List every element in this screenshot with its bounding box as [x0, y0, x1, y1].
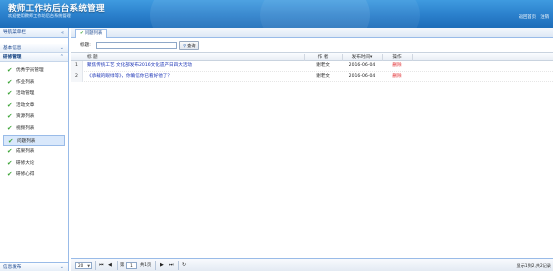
- filter-bar: 标题: ⚲查询: [71, 38, 553, 52]
- home-link[interactable]: 返回首页: [519, 15, 536, 20]
- chevron-down-icon: ▼: [87, 263, 90, 268]
- delete-link[interactable]: 删除: [382, 61, 412, 72]
- sidebar-item-selected[interactable]: ✔ 问题列表: [3, 134, 65, 147]
- header-decoration: [260, 0, 420, 28]
- tab-question-list[interactable]: ✔问题列表: [75, 29, 108, 38]
- sidebar-item[interactable]: ✔ 活动文章: [0, 100, 68, 112]
- sidebar-section-label: 信息发布: [3, 265, 22, 270]
- title-search-input[interactable]: [96, 42, 177, 49]
- sort-desc-icon: ▾: [370, 55, 373, 60]
- sidebar-section-basic-info[interactable]: 基本信息 ⌄: [0, 44, 68, 53]
- search-button-label: 查询: [187, 43, 196, 48]
- sidebar-item[interactable]: ✔ 优秀学员管理: [0, 65, 68, 77]
- search-button[interactable]: ⚲查询: [179, 41, 200, 50]
- tab-label: 问题列表: [84, 31, 103, 36]
- sidebar-item[interactable]: ✔ 作业列表: [0, 77, 68, 89]
- check-icon: ✔: [7, 158, 13, 167]
- header-links: 返回首页 注销: [516, 14, 549, 20]
- pagination-bar: 20 ▼ ⏮ ◀ 第 1 共1页 ▶ ⏭ ↻ 显示1到2,共2记录: [71, 258, 553, 271]
- divider: [95, 261, 96, 270]
- sidebar-item[interactable]: ✔ 研修心得: [0, 169, 68, 181]
- sidebar-section-publish[interactable]: 信息发布 ⌄: [0, 262, 68, 271]
- app-header: 教师工作坊后台系统管理 欢迎使用教师工作坊后台系统管理 返回首页 注销: [0, 0, 553, 28]
- sidebar-item[interactable]: ✔ 研修大论: [0, 158, 68, 170]
- sidebar-section-label: 基本信息: [3, 46, 22, 51]
- page-number-input[interactable]: 1: [126, 261, 137, 269]
- tab-bar: ✔问题列表: [71, 28, 553, 38]
- check-icon: ✔: [7, 66, 13, 74]
- sidebar: 导航菜单栏 « 基本信息 ⌄ 研修管理 ⌃ ✔ 优秀学员管理 ✔ 作业列表 ✔ 活动管…: [0, 28, 69, 271]
- check-icon: ✔: [7, 100, 13, 109]
- check-icon: ✔: [7, 112, 13, 121]
- refresh-icon[interactable]: ↻: [182, 262, 186, 270]
- row-number: 1: [71, 61, 83, 72]
- row-number: 2: [71, 71, 83, 82]
- sidebar-item[interactable]: ✔ 视频列表: [0, 123, 68, 135]
- table-row[interactable]: 1 聚焦传统工艺 文化部发布2016文化遗产日四大活动 谢老文 2016-06-…: [71, 61, 553, 72]
- question-table: 标 题 作 者 发布时间▾ 操作 1 聚焦传统工艺 文化部发布2016文化遗产日…: [71, 52, 553, 82]
- main-panel: ✔问题列表 标题: ⚲查询 标 题 作 者 发布时间▾ 操作 1 聚焦传统工艺 …: [71, 28, 553, 271]
- sidebar-section-label: 研修管理: [3, 55, 22, 60]
- next-page-icon[interactable]: ▶: [160, 262, 164, 270]
- sidebar-section-research[interactable]: 研修管理 ⌃: [0, 53, 68, 62]
- chevron-up-icon: ⌃: [59, 54, 64, 60]
- collapse-sidebar-icon[interactable]: «: [61, 28, 64, 38]
- sidebar-items: ✔ 优秀学员管理 ✔ 作业列表 ✔ 活动管理 ✔ 活动文章 ✔ 资源列表 ✔ 视频列表 ✔ 问…: [0, 62, 68, 181]
- check-icon: ✔: [7, 170, 13, 179]
- page-label: 第: [120, 262, 125, 268]
- sidebar-title: 导航菜单栏 «: [0, 28, 68, 38]
- check-icon: ✔: [7, 77, 13, 86]
- sidebar-item[interactable]: ✔ 资源列表: [0, 111, 68, 123]
- title-filter-label: 标题:: [80, 43, 91, 48]
- divider: [117, 261, 118, 270]
- author-cell: 谢老文: [316, 63, 330, 68]
- chevron-down-icon: ⌄: [59, 45, 64, 51]
- last-page-icon[interactable]: ⏭: [169, 262, 174, 270]
- record-count-info: 显示1到2,共2记录: [516, 262, 551, 268]
- delete-link[interactable]: 删除: [382, 72, 412, 83]
- sidebar-item[interactable]: ✔ 成果列表: [0, 146, 68, 158]
- check-icon: ✔: [7, 147, 13, 156]
- prev-page-icon[interactable]: ◀: [108, 262, 112, 270]
- page-total-label: 共1页: [140, 262, 152, 268]
- check-icon: ✔: [7, 123, 13, 132]
- check-icon: ✔: [80, 31, 84, 36]
- search-icon: ⚲: [183, 43, 187, 48]
- sidebar-title-label: 导航菜单栏: [3, 30, 26, 35]
- first-page-icon[interactable]: ⏮: [99, 262, 104, 270]
- page-size-select[interactable]: 20 ▼: [75, 261, 92, 269]
- logout-link[interactable]: 注销: [540, 15, 549, 20]
- date-cell: 2016-06-04: [348, 73, 376, 79]
- author-cell: 谢老文: [316, 73, 330, 79]
- column-divider: [412, 54, 413, 61]
- question-title-link[interactable]: 《承载的眼绿等》，你确信你已看好他了？: [84, 72, 304, 83]
- table-header: 标 题 作 者 发布时间▾ 操作: [71, 52, 553, 61]
- app-subtitle: 欢迎使用教师工作坊后台系统管理: [8, 13, 71, 18]
- sidebar-item[interactable]: ✔ 活动管理: [0, 88, 68, 100]
- question-title-link[interactable]: 聚焦传统工艺 文化部发布2016文化遗产日四大活动: [84, 61, 304, 72]
- date-cell: 2016-06-04: [348, 63, 376, 68]
- divider: [178, 261, 179, 270]
- check-icon: ✔: [7, 89, 13, 98]
- divider: [155, 261, 156, 270]
- table-row[interactable]: 2 《承载的眼绿等》，你确信你已看好他了？ 谢老文 2016-06-04 删除: [71, 71, 553, 83]
